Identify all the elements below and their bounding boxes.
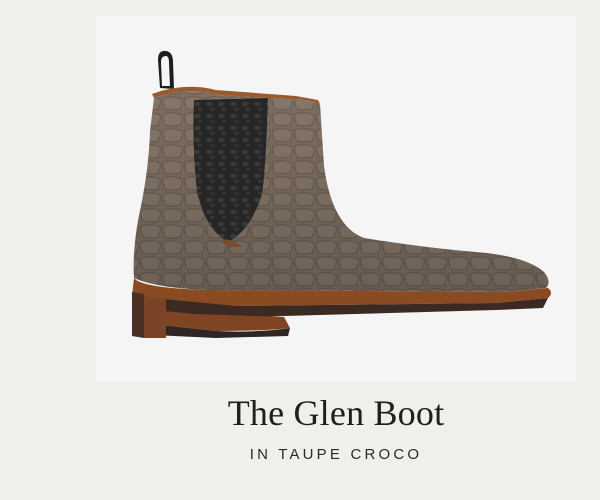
product-card[interactable]: The Glen Boot IN TAUPE CROCO [0, 0, 600, 500]
product-title: The Glen Boot [227, 393, 445, 433]
product-subtitle: IN TAUPE CROCO [249, 446, 423, 463]
chelsea-boot-image[interactable] [96, 16, 576, 382]
product-image-panel[interactable] [96, 16, 576, 382]
